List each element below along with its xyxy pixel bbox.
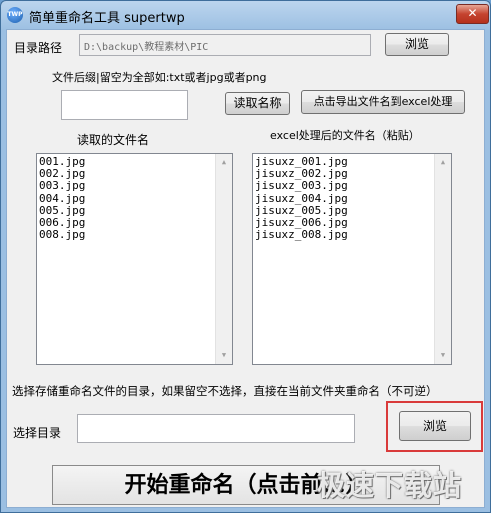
list-item[interactable]: jisuxz_003.jpg — [255, 180, 451, 192]
scroll-up-arrow-icon[interactable]: ▲ — [435, 154, 451, 171]
list-item[interactable]: 004.jpg — [39, 192, 232, 205]
watermark-text: 极速下载站 — [317, 469, 463, 502]
app-logo-icon: TWP — [7, 7, 23, 23]
export-excel-button[interactable]: 点击导出文件名到excel处理 — [301, 90, 465, 114]
dir-path-field[interactable]: D:\backup\教程素材\PIC — [79, 34, 371, 56]
suffix-hint-label: 文件后缀|留空为全部如:txt或者jpg或者png — [52, 71, 267, 84]
output-dir-field[interactable] — [77, 414, 355, 443]
left-list-scrollbar[interactable]: ▲ ▼ — [215, 154, 232, 364]
left-list-header: 读取的文件名 — [77, 133, 150, 147]
output-dir-note: 选择存储重命名文件的目录，如果留空不选择，直接在当前文件夹重命名（不可逆） — [12, 384, 438, 398]
dir-browse-button[interactable]: 浏览 — [385, 33, 449, 56]
read-filenames-list[interactable]: 001.jpg 002.jpg 003.jpg 004.jpg 005.jpg 006.j… — [36, 153, 233, 365]
list-item[interactable]: 008.jpg — [39, 228, 232, 241]
list-item[interactable]: jisuxz_004.jpg — [255, 192, 451, 205]
output-dir-label: 选择目录 — [13, 426, 62, 440]
list-item[interactable]: jisuxz_008.jpg — [255, 228, 451, 241]
window-title: 简单重命名工具 supertwp — [29, 11, 185, 26]
suffix-input[interactable] — [61, 90, 188, 120]
app-window: TWP 简单重命名工具 supertwp ✕ 目录路径 D:\backup\教程… — [0, 0, 491, 513]
client-area: 目录路径 D:\backup\教程素材\PIC 浏览 文件后缀|留空为全部如:t… — [6, 29, 485, 508]
read-names-button[interactable]: 读取名称 — [225, 92, 290, 115]
right-list-header: excel处理后的文件名（粘贴） — [270, 129, 420, 142]
right-list-scrollbar[interactable]: ▲ ▼ — [434, 154, 451, 364]
list-item[interactable]: 003.jpg — [39, 180, 232, 192]
scroll-down-arrow-icon[interactable]: ▼ — [216, 347, 232, 364]
processed-filenames-list[interactable]: jisuxz_001.jpg jisuxz_002.jpg jisuxz_003.j… — [252, 153, 452, 365]
scroll-up-arrow-icon[interactable]: ▲ — [216, 154, 232, 171]
dir-path-label: 目录路径 — [14, 41, 63, 55]
output-browse-button[interactable]: 浏览 — [399, 411, 471, 441]
title-bar[interactable]: TWP 简单重命名工具 supertwp ✕ — [1, 1, 490, 29]
close-button[interactable]: ✕ — [456, 4, 489, 24]
scroll-down-arrow-icon[interactable]: ▼ — [435, 347, 451, 364]
